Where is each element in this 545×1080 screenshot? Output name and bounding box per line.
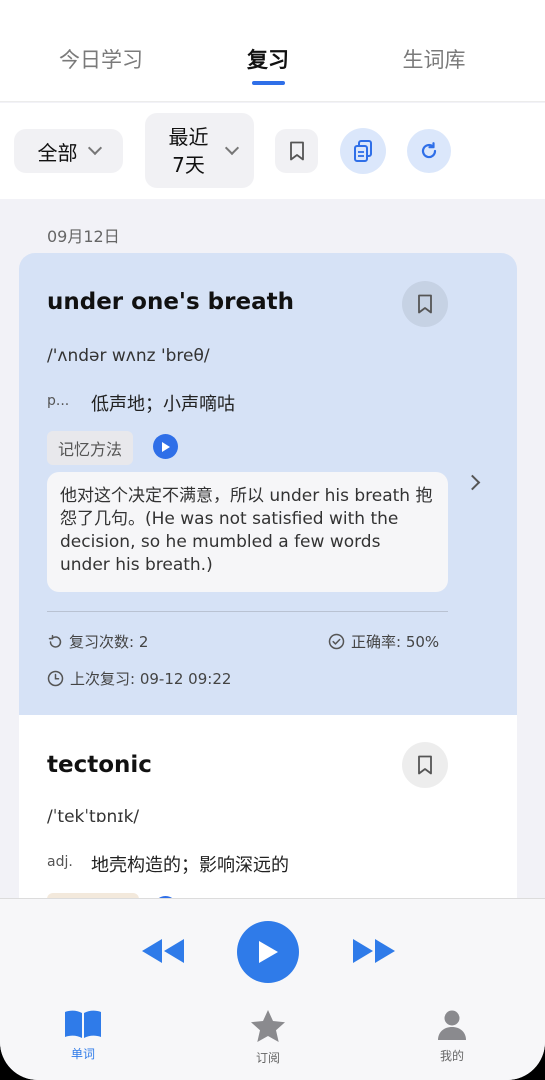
review-count-text: 复习次数: 2 <box>69 633 149 651</box>
date-range-line1: 最近 <box>168 124 209 149</box>
word-meaning: 低声地；小声嘀咕 <box>91 394 235 415</box>
play-audio-button[interactable] <box>153 434 178 459</box>
retry-icon <box>48 634 62 648</box>
word-meaning: 地壳构造的；影响深远的 <box>91 855 289 876</box>
play-button[interactable] <box>237 921 299 983</box>
active-tab-indicator <box>252 81 285 85</box>
example-sentence: 他对这个决定不满意，所以 under his breath 抱怨了几句。(He … <box>47 472 448 592</box>
chevron-down-icon <box>87 140 102 156</box>
play-icon <box>161 441 170 452</box>
date-range-line2: 7天 <box>172 152 205 177</box>
word-card[interactable]: under one's breath /'ʌndər wʌnz 'breθ/ p… <box>19 253 517 715</box>
rewind-icon[interactable] <box>140 937 186 965</box>
copy-icon <box>354 140 372 162</box>
fast-forward-icon[interactable] <box>351 937 397 965</box>
nav-profile[interactable]: 我的 <box>422 1009 482 1064</box>
check-circle-icon <box>328 633 345 650</box>
bookmark-icon <box>418 294 432 314</box>
top-tab-bar: 今日学习 复习 生词库 <box>0 0 545 102</box>
review-count: 复习次数: 2 <box>47 631 148 652</box>
bookmark-button[interactable] <box>402 281 448 327</box>
date-group-label: 09月12日 <box>47 227 120 246</box>
word-title: tectonic <box>47 752 152 778</box>
last-review-text: 上次复习: 09-12 09:22 <box>70 670 232 688</box>
scope-dropdown-label: 全部 <box>37 140 78 165</box>
part-of-speech: adj. <box>47 854 73 870</box>
play-icon <box>259 941 278 963</box>
nav-subscribe[interactable]: 订阅 <box>238 1009 298 1066</box>
clock-icon <box>47 670 64 687</box>
phonetic: /'ʌndər wʌnz 'breθ/ <box>47 346 210 366</box>
bookmark-icon <box>289 141 304 161</box>
review-screen: 今日学习 复习 生词库 全部 最近 7天 09月12日 under one's … <box>0 0 545 1080</box>
memory-method-tag[interactable]: 记忆方法 <box>47 431 134 465</box>
nav-subscribe-label: 订阅 <box>255 1051 280 1065</box>
last-review: 上次复习: 09-12 09:22 <box>47 668 231 689</box>
tab-review[interactable]: 复习 <box>247 44 289 74</box>
tab-today-study[interactable]: 今日学习 <box>59 44 143 74</box>
chevron-right-icon[interactable] <box>464 474 481 491</box>
star-icon <box>251 1010 285 1042</box>
scope-dropdown[interactable]: 全部 <box>14 129 123 173</box>
accuracy: 正确率: 50% <box>328 631 439 652</box>
accuracy-text: 正确率: 50% <box>351 633 440 651</box>
bookmark-icon <box>418 755 432 775</box>
date-range-label: 最近 7天 <box>163 123 215 179</box>
refresh-button[interactable] <box>407 129 451 173</box>
word-title: under one's breath <box>47 289 294 315</box>
tab-vocabulary[interactable]: 生词库 <box>403 44 466 74</box>
book-icon <box>65 1010 101 1038</box>
bookmark-button[interactable] <box>402 742 448 788</box>
nav-words-label: 单词 <box>70 1047 95 1061</box>
person-icon <box>438 1010 466 1040</box>
date-range-dropdown[interactable]: 最近 7天 <box>145 113 254 188</box>
nav-words[interactable]: 单词 <box>53 1009 113 1062</box>
copy-button[interactable] <box>340 128 386 174</box>
bookmark-filter-button[interactable] <box>275 129 318 173</box>
audio-player-bar: 单词 订阅 我的 <box>0 898 545 1080</box>
filter-row: 全部 最近 7天 <box>0 103 545 199</box>
phonetic: /ˈtekˈtɒnɪk/ <box>47 807 140 827</box>
nav-profile-label: 我的 <box>439 1049 464 1063</box>
refresh-icon <box>421 142 437 159</box>
part-of-speech: p... <box>47 393 70 409</box>
card-divider <box>47 611 448 612</box>
chevron-down-icon <box>224 140 239 155</box>
